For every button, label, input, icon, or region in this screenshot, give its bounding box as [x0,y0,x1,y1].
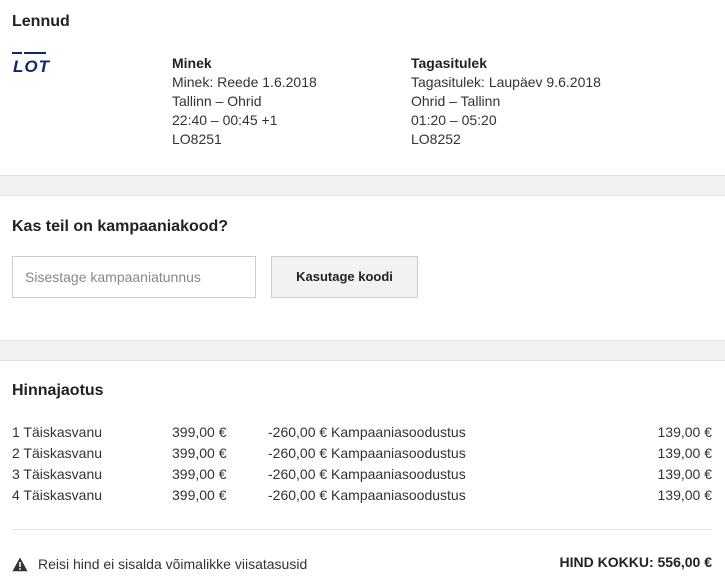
outbound-date: Minek: Reede 1.6.2018 [172,74,317,90]
promo-code-input[interactable] [12,256,256,298]
outbound-time: 22:40 – 00:45 +1 [172,112,278,128]
passenger-label: 3 Täiskasvanu [12,466,103,482]
discount: -260,00 € Kampaaniasoodustus [268,445,466,461]
visa-fee-notice: Reisi hind ei sisalda võimalikke viisata… [12,554,307,574]
notice-text: Reisi hind ei sisalda võimalikke viisata… [38,556,308,572]
row-total: 139,00 € [657,487,713,503]
base-price: 399,00 € [172,487,227,503]
outbound-flight-number: LO8251 [172,131,222,147]
return-route: Ohrid – Tallinn [411,93,501,109]
outbound-flight: Minek Minek: Reede 1.6.2018 Tallinn – Oh… [172,54,317,149]
grand-total: HIND KOKKU: 556,00 € [559,554,713,570]
section-divider [0,175,725,196]
pricing-separator [12,529,712,530]
base-price: 399,00 € [172,445,227,461]
base-price: 399,00 € [172,466,227,482]
return-time: 01:20 – 05:20 [411,112,497,128]
pricing-heading: Hinnajaotus [12,382,104,399]
row-total: 139,00 € [657,424,713,440]
warning-triangle-icon [12,557,28,572]
discount: -260,00 € Kampaaniasoodustus [268,487,466,503]
return-title: Tagasitulek [411,55,487,71]
outbound-route: Tallinn – Ohrid [172,93,262,109]
section-divider [0,340,725,361]
base-price: 399,00 € [172,424,227,440]
passenger-label: 2 Täiskasvanu [12,445,103,461]
price-row: 1 Täiskasvanu 399,00 € -260,00 € Kampaan… [12,424,712,445]
flights-heading: Lennud [12,13,70,30]
price-row: 2 Täiskasvanu 399,00 € -260,00 € Kampaan… [12,445,712,466]
lot-airline-logo: LOT [12,51,62,76]
svg-text:LOT: LOT [13,57,51,75]
passenger-label: 1 Täiskasvanu [12,424,103,440]
row-total: 139,00 € [657,445,713,461]
return-flight: Tagasitulek Tagasitulek: Laupäev 9.6.201… [411,54,601,149]
return-date: Tagasitulek: Laupäev 9.6.2018 [411,74,601,90]
flights-section: Lennud LOT Minek Minek: Reede 1.6.2018 T… [0,0,725,175]
discount: -260,00 € Kampaaniasoodustus [268,424,466,440]
return-flight-number: LO8252 [411,131,461,147]
outbound-title: Minek [172,55,212,71]
price-row: 3 Täiskasvanu 399,00 € -260,00 € Kampaan… [12,466,712,487]
price-row: 4 Täiskasvanu 399,00 € -260,00 € Kampaan… [12,487,712,508]
discount: -260,00 € Kampaaniasoodustus [268,466,466,482]
row-total: 139,00 € [657,466,713,482]
promo-heading: Kas teil on kampaaniakood? [12,218,229,235]
apply-code-button[interactable]: Kasutage koodi [271,256,418,298]
passenger-label: 4 Täiskasvanu [12,487,103,503]
